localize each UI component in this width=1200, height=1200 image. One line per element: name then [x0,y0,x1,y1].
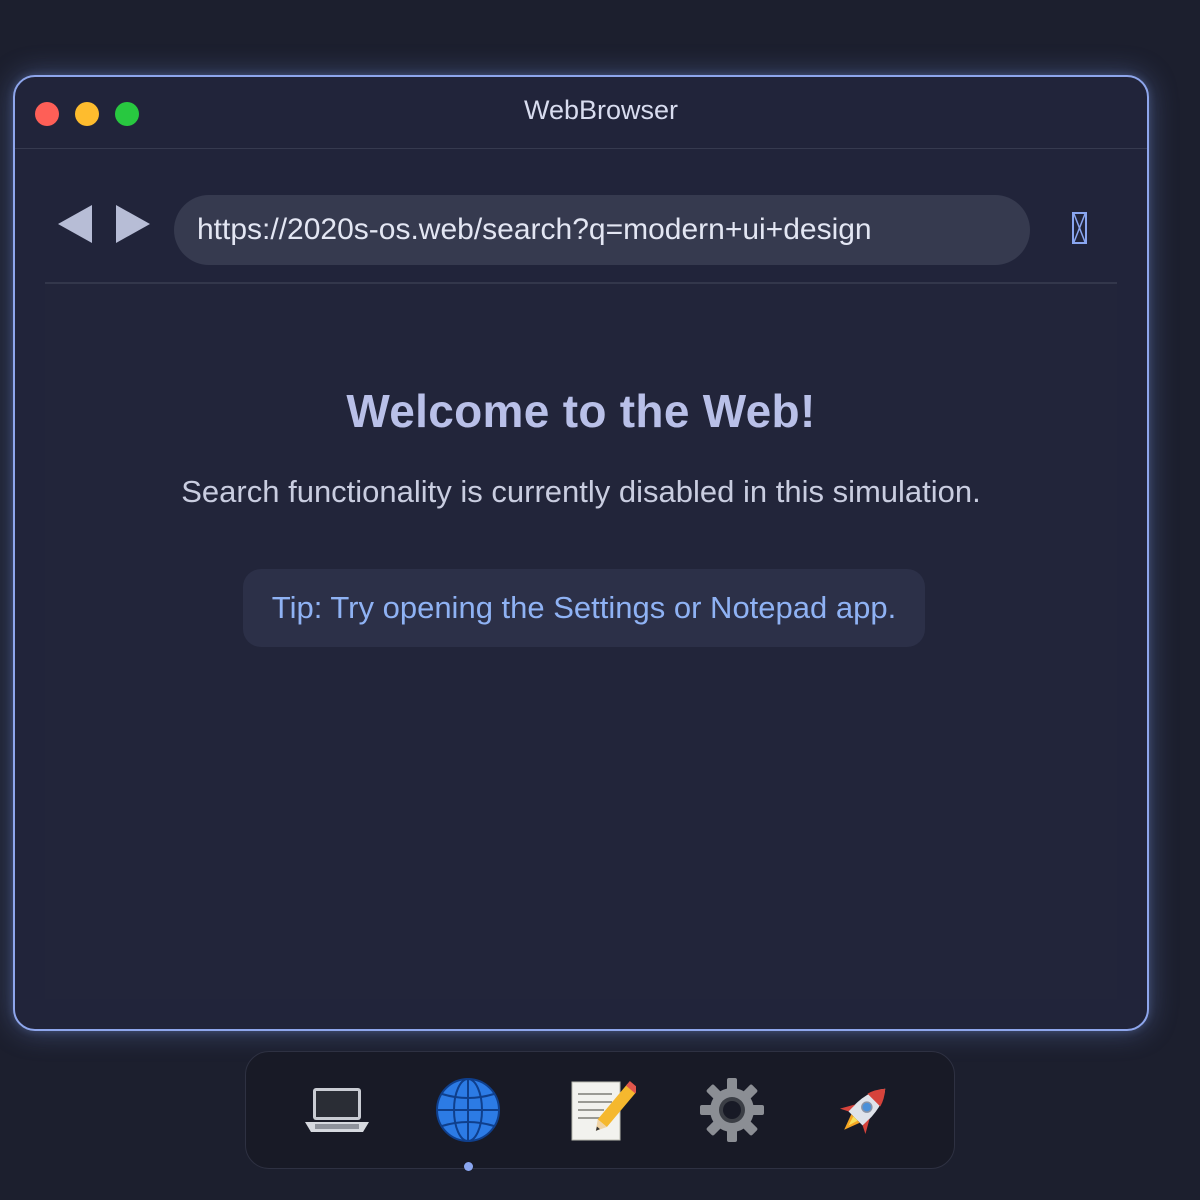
title-bar[interactable]: WebBrowser [15,77,1147,149]
back-arrow-icon[interactable] [58,205,92,243]
page-content: Welcome to the Web! Search functionality… [45,284,1117,999]
page-subtitle: Search functionality is currently disabl… [181,474,981,509]
rocket-icon[interactable] [828,1074,900,1146]
active-app-indicator [464,1162,473,1171]
browser-toolbar: https://2020s-os.web/search?q=modern+ui+… [45,149,1117,284]
laptop-icon[interactable] [301,1074,373,1146]
page-heading: Welcome to the Web! [346,385,816,437]
tip-box: Tip: Try opening the Settings or Notepad… [243,569,925,647]
forward-arrow-icon[interactable] [116,205,150,243]
dock [245,1051,955,1171]
window-title: WebBrowser [523,95,679,125]
browser-window: WebBrowser https://2020s-os.web/search?q… [13,75,1149,1031]
gear-icon[interactable] [696,1074,768,1146]
notepad-icon[interactable] [564,1074,640,1146]
refresh-icon[interactable] [1072,212,1087,244]
url-input[interactable]: https://2020s-os.web/search?q=modern+ui+… [174,195,1030,265]
globe-icon[interactable] [432,1074,504,1146]
